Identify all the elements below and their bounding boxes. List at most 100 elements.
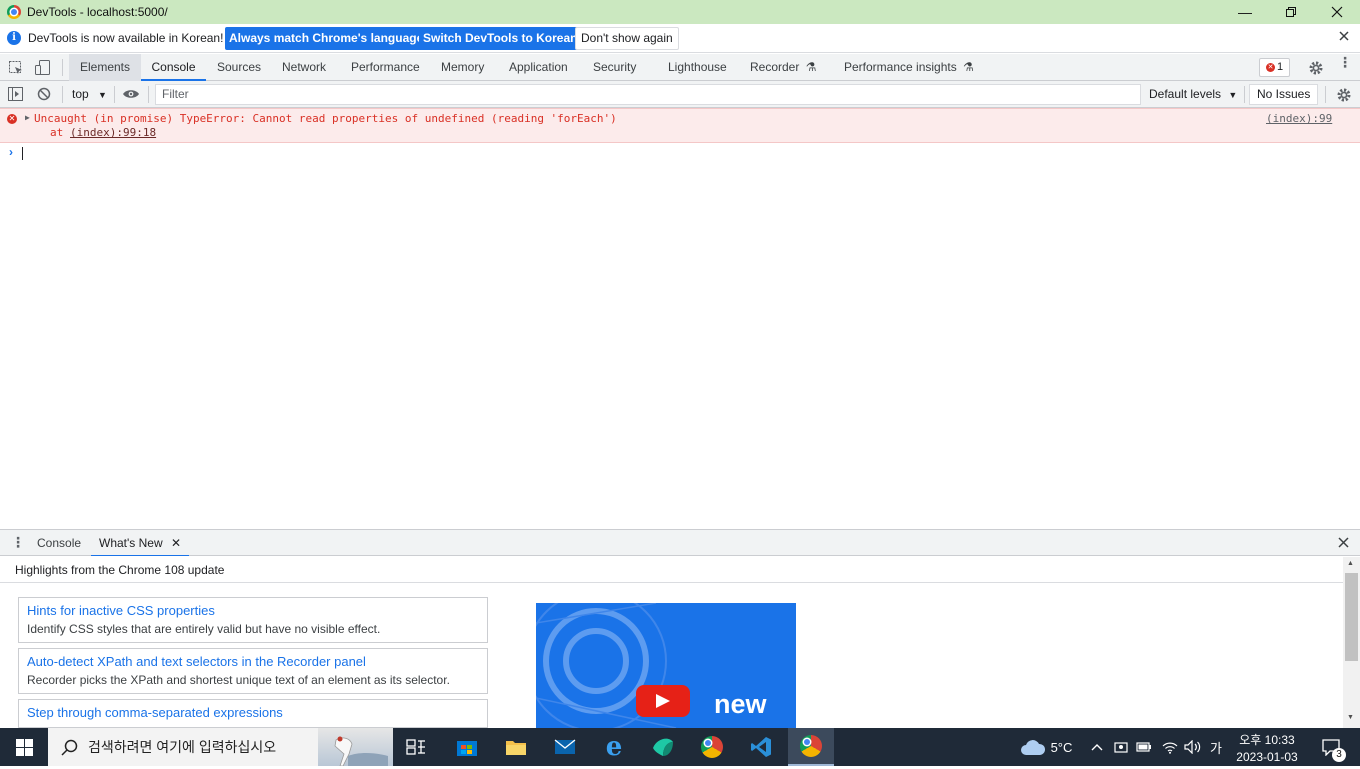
tab-recorder-label: Recorder [750,60,800,74]
drawer-tab-whats-new[interactable]: What's New ✕ [91,530,190,557]
console-settings-gear-icon[interactable] [1336,87,1352,106]
mail-icon[interactable] [546,728,584,766]
toolbar-divider [1244,86,1245,103]
feature-card-title[interactable]: Step through comma-separated expressions [27,705,479,720]
close-infobar-icon[interactable] [1339,30,1349,44]
console-prompt-input[interactable] [22,147,23,160]
drawer-tab-console[interactable]: Console [37,530,81,557]
tab-security[interactable]: Security [593,54,636,81]
feature-card-desc: Identify CSS styles that are entirely va… [27,622,381,636]
weather-temperature: 5°C [1050,739,1073,755]
always-match-language-button[interactable]: Always match Chrome's language [225,27,428,50]
tab-lighthouse[interactable]: Lighthouse [668,54,727,81]
vscode-icon[interactable] [742,728,780,766]
chrome-devtools-active-icon[interactable] [788,728,834,766]
language-infobar: i DevTools is now available in Korean! A… [0,24,1360,53]
toolbar-divider [1325,86,1326,103]
more-options-icon[interactable]: ⋮ [1338,55,1352,76]
tab-performance-insights[interactable]: Performance insights ⚗ [844,54,974,81]
search-icon [61,739,78,756]
close-drawer-icon[interactable] [1338,537,1349,551]
notification-count-badge: 3 [1332,748,1346,762]
scroll-down-arrow-icon[interactable]: ▼ [1347,714,1354,721]
context-selector[interactable]: top ▼ [68,81,107,108]
clock-time: 오후 10:33 [1239,733,1295,747]
tab-network[interactable]: Network [282,54,326,81]
dropdown-arrow-icon: ▼ [98,90,107,100]
inspect-element-icon[interactable] [8,60,24,79]
live-expression-eye-icon[interactable] [122,88,140,103]
console-error-message: ✕ ▶ Uncaught (in promise) TypeError: Can… [0,108,1360,143]
console-toolbar: top ▼ Filter Default levels ▼ No Issues [0,81,1360,108]
feature-card[interactable]: Hints for inactive CSS properties Identi… [18,597,488,643]
whats-new-header: Highlights from the Chrome 108 update [0,556,1360,583]
restore-button[interactable] [1268,0,1314,24]
whats-new-title: Highlights from the Chrome 108 update [15,563,225,577]
drawer-menu-icon[interactable]: ⋮ [11,535,25,551]
tab-recorder[interactable]: Recorder ⚗ [750,54,816,81]
tab-sources[interactable]: Sources [217,54,261,81]
tab-console[interactable]: Console [141,54,206,81]
tab-performance[interactable]: Performance [351,54,420,81]
dropdown-arrow-icon: ▼ [1228,90,1238,100]
feature-card[interactable]: Step through comma-separated expressions [18,699,488,728]
error-icon: ✕ [7,114,17,124]
switch-to-korean-button[interactable]: Switch DevTools to Korean [419,27,582,50]
tab-elements[interactable]: Elements [69,54,141,81]
scrollbar-thumb[interactable] [1345,573,1358,661]
microsoft-store-icon[interactable] [448,728,486,766]
filter-input[interactable]: Filter [155,84,1141,105]
close-tab-icon[interactable]: ✕ [171,536,181,550]
file-explorer-icon[interactable] [497,728,535,766]
tab-memory[interactable]: Memory [441,54,484,81]
video-thumbnail[interactable]: new [536,603,796,728]
feature-card-title[interactable]: Hints for inactive CSS properties [27,603,479,618]
tab-application[interactable]: Application [509,54,568,81]
device-toolbar-icon[interactable] [34,59,52,79]
internet-explorer-icon[interactable]: e [595,728,633,766]
drawer-scrollbar[interactable]: ▲ ▼ [1343,557,1360,728]
scroll-up-arrow-icon[interactable]: ▲ [1347,560,1354,567]
issues-button[interactable]: No Issues [1249,84,1319,105]
feature-card-desc: Recorder picks the XPath and shortest un… [27,673,450,687]
show-hidden-icons-chevron-icon[interactable] [1088,728,1106,766]
toolbar-divider [62,59,63,76]
weather-widget[interactable]: 5°C [1014,728,1078,766]
log-levels-dropdown[interactable]: Default levels ▼ [1149,81,1237,108]
show-sidebar-icon[interactable] [8,87,23,104]
meet-now-icon[interactable] [1112,728,1130,766]
search-placeholder: 검색하려면 여기에 입력하십시오 [88,739,277,755]
chrome-icon[interactable] [693,728,731,766]
battery-icon[interactable] [1135,728,1153,766]
chrome-logo-icon [7,5,21,19]
drawer-tabbar: ⋮ Console What's New ✕ [0,529,1360,557]
start-button[interactable] [0,728,48,766]
feature-card[interactable]: Auto-detect XPath and text selectors in … [18,648,488,694]
youtube-play-icon [636,685,690,717]
minimize-button[interactable]: — [1222,0,1268,24]
volume-icon[interactable] [1183,728,1203,766]
toolbar-divider [148,86,149,103]
context-selector-label: top [72,87,89,101]
infobar-message: DevTools is now available in Korean! [28,31,224,45]
ime-indicator[interactable]: 가 [1206,728,1226,766]
wifi-icon[interactable] [1160,728,1180,766]
expand-triangle-icon[interactable]: ▶ [25,113,30,122]
task-view-icon[interactable] [400,728,432,766]
window-titlebar: DevTools - localhost:5000/ — [0,0,1360,24]
close-window-button[interactable] [1314,0,1360,24]
source-location-link[interactable]: (index):99 [1266,112,1332,125]
app-icon[interactable] [644,728,682,766]
error-text: Uncaught (in promise) TypeError: Cannot … [34,112,617,125]
window-title: DevTools - localhost:5000/ [27,5,168,19]
error-counter-button[interactable]: ✕ 1 [1259,58,1290,77]
feature-card-title[interactable]: Auto-detect XPath and text selectors in … [27,654,479,669]
stack-trace-link[interactable]: (index):99:18 [70,126,156,139]
notification-center-icon[interactable]: 3 [1316,728,1346,766]
clock[interactable]: 오후 10:33 2023-01-03 [1230,728,1304,766]
clock-date: 2023-01-03 [1236,750,1298,764]
clear-console-icon[interactable] [37,87,51,104]
settings-gear-icon[interactable] [1308,60,1324,79]
dont-show-again-button[interactable]: Don't show again [575,27,679,50]
taskbar-search-box[interactable]: 검색하려면 여기에 입력하십시오 [48,728,393,767]
